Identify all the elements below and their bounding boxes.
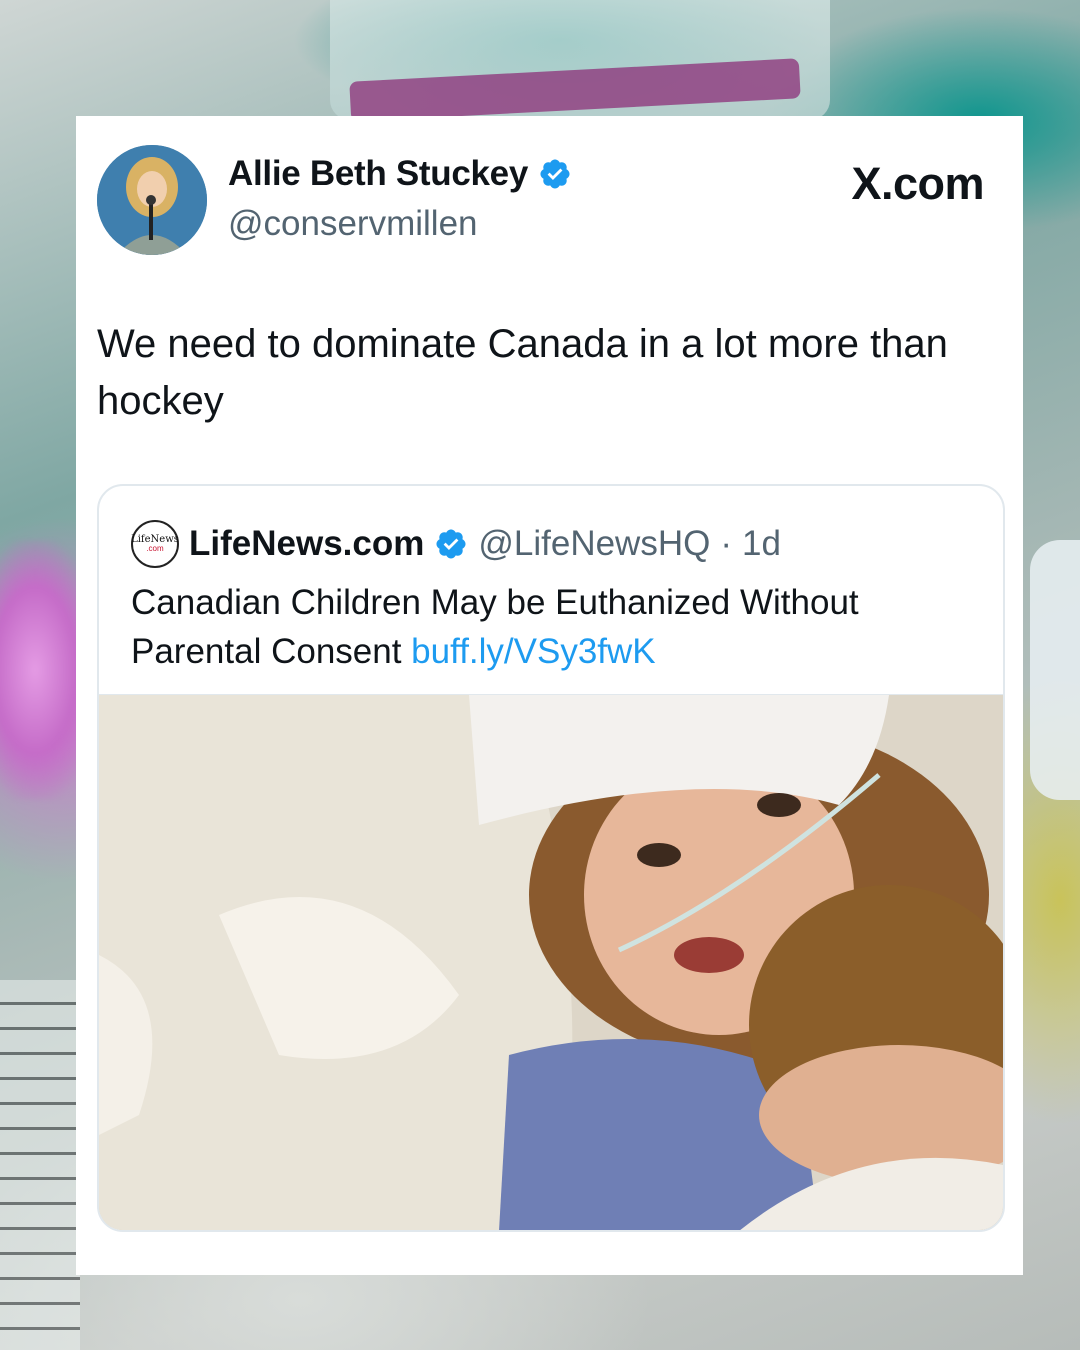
quoted-separator: · [720, 524, 732, 563]
author-handle[interactable]: @conservmillen [228, 204, 478, 244]
quoted-link[interactable]: buff.ly/VSy3fwK [411, 632, 655, 671]
author-name[interactable]: Allie Beth Stuckey [228, 154, 528, 194]
verified-badge-icon [540, 159, 570, 189]
quoted-author-handle[interactable]: @LifeNewsHQ [478, 524, 710, 564]
tweet-text: We need to dominate Canada in a lot more… [97, 322, 948, 423]
background-syringe [0, 980, 80, 1350]
author-row: Allie Beth Stuckey [228, 154, 572, 194]
avatar[interactable] [97, 145, 207, 255]
verified-badge-icon [436, 529, 466, 559]
quoted-age[interactable]: 1d [742, 524, 781, 564]
quoted-header: LifeNews .com LifeNews.com @LifeNewsHQ ·… [131, 520, 781, 568]
tweet-card: Allie Beth Stuckey @conservmillen X.com … [76, 116, 1023, 1275]
child-hospital-photo [99, 695, 1003, 1230]
background-bottle [1030, 540, 1080, 800]
logo-text-bottom: .com [146, 544, 164, 553]
quoted-author-name[interactable]: LifeNews.com [189, 524, 424, 564]
quoted-image[interactable] [99, 694, 1003, 1230]
x-com-label: X.com [851, 158, 984, 209]
lifenews-logo: LifeNews .com [131, 520, 179, 568]
avatar-image [97, 145, 207, 255]
quoted-tweet[interactable]: LifeNews .com LifeNews.com @LifeNewsHQ ·… [97, 484, 1005, 1232]
quoted-text: Canadian Children May be Euthanized With… [131, 578, 971, 676]
